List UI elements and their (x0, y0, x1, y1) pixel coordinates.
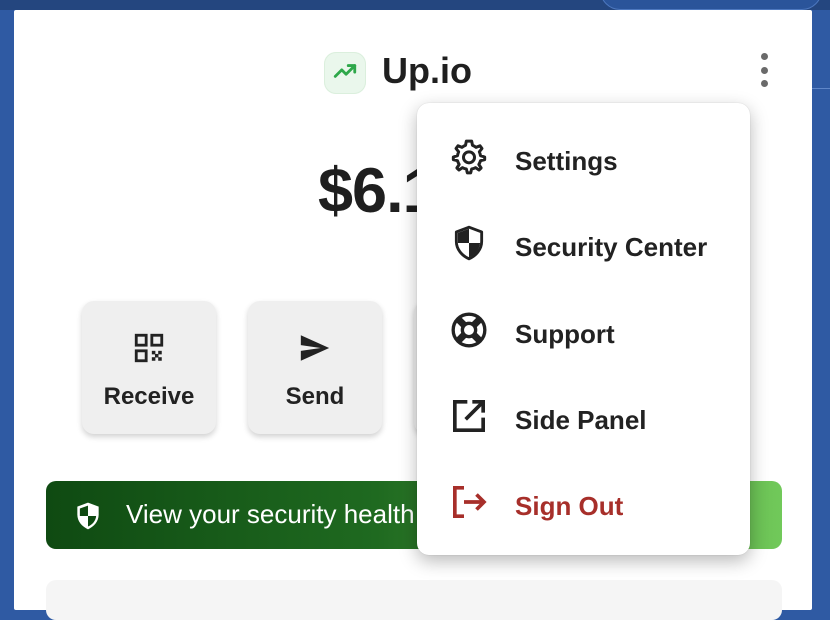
more-dot-icon (760, 53, 768, 60)
menu-item-label: Side Panel (515, 405, 647, 435)
security-banner-text: View your security health (126, 499, 415, 529)
bottom-card (46, 580, 782, 620)
app-logo (324, 52, 366, 94)
app-title: Up.io (382, 50, 472, 91)
open-in-new-icon (449, 396, 489, 436)
menu-item-label: Support (515, 319, 615, 349)
menu-item-sign-out[interactable]: Sign Out (417, 458, 750, 544)
send-icon (248, 331, 382, 367)
send-label: Send (285, 383, 345, 410)
menu-item-side-panel[interactable]: Side Panel (417, 372, 750, 458)
more-options-button[interactable] (750, 50, 778, 90)
background-divider (812, 88, 830, 89)
receive-label: Receive (103, 383, 195, 410)
shield-icon (449, 223, 489, 263)
menu-item-security-center[interactable]: Security Center (417, 199, 750, 285)
more-dot-icon (760, 80, 768, 87)
lifebuoy-icon (449, 310, 489, 350)
menu-item-label: Security Center (515, 232, 708, 262)
send-button[interactable]: Send (248, 301, 382, 434)
qr-code-icon (82, 331, 216, 367)
browser-tab-pill (600, 0, 822, 10)
sign-out-icon (449, 482, 489, 522)
gear-icon (449, 137, 489, 177)
options-menu: Settings Security Center Support Side Pa… (417, 103, 750, 555)
more-dot-icon (760, 66, 768, 74)
menu-item-label: Sign Out (515, 491, 624, 521)
menu-item-label: Settings (515, 146, 618, 176)
menu-item-settings[interactable]: Settings (417, 113, 750, 199)
trending-up-icon (332, 58, 358, 89)
receive-button[interactable]: Receive (82, 301, 216, 434)
menu-item-support[interactable]: Support (417, 286, 750, 372)
shield-icon (72, 498, 104, 539)
